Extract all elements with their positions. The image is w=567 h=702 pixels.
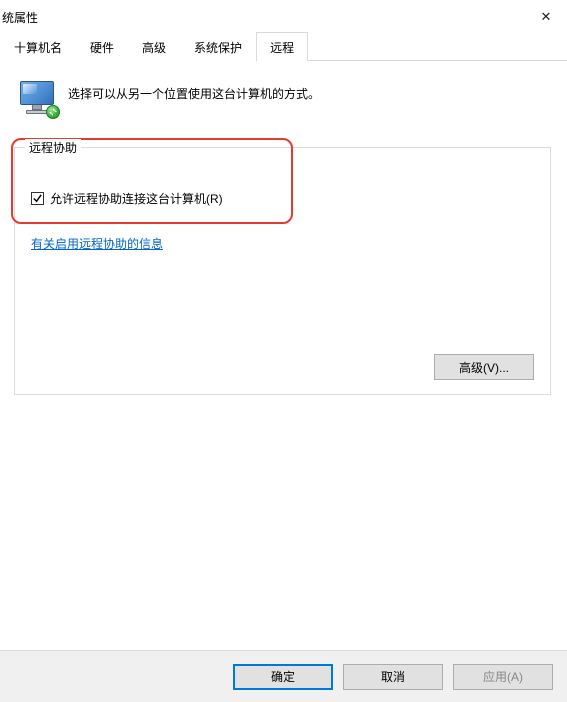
group-legend: 远程协助 <box>25 139 81 156</box>
tabstrip: 十算机名 硬件 高级 系统保护 远程 <box>0 34 567 61</box>
tab-system-protection[interactable]: 系统保护 <box>180 32 256 61</box>
intro-text: 选择可以从另一个位置使用这台计算机的方式。 <box>68 83 320 102</box>
tab-computer-name[interactable]: 十算机名 <box>0 32 76 61</box>
tab-advanced[interactable]: 高级 <box>128 32 180 61</box>
ok-button[interactable]: 确定 <box>233 664 333 690</box>
remote-assistance-help-link[interactable]: 有关启用远程协助的信息 <box>31 237 163 251</box>
allow-remote-assistance-checkbox[interactable] <box>31 192 44 205</box>
remote-assistance-group: 远程协助 允许远程协助连接这台计算机(R) 有关启用远程协助的信息 高级(V).… <box>14 147 551 395</box>
apply-button[interactable]: 应用(A) <box>453 664 553 690</box>
titlebar: 统属性 ✕ <box>0 0 567 34</box>
allow-remote-assistance-label: 允许远程协助连接这台计算机(R) <box>50 190 223 207</box>
allow-remote-assistance-row[interactable]: 允许远程协助连接这台计算机(R) <box>31 190 534 207</box>
tab-content: 选择可以从另一个位置使用这台计算机的方式。 远程协助 允许远程协助连接这台计算机… <box>0 61 567 650</box>
tab-remote[interactable]: 远程 <box>256 32 308 61</box>
tab-hardware[interactable]: 硬件 <box>76 32 128 61</box>
close-icon[interactable]: ✕ <box>525 9 567 25</box>
window-title: 统属性 <box>2 9 38 26</box>
cancel-button[interactable]: 取消 <box>343 664 443 690</box>
dialog-footer: 确定 取消 应用(A) <box>0 650 567 702</box>
advanced-button[interactable]: 高级(V)... <box>434 354 534 380</box>
remote-computer-icon <box>18 81 58 117</box>
intro-row: 选择可以从另一个位置使用这台计算机的方式。 <box>18 83 551 117</box>
